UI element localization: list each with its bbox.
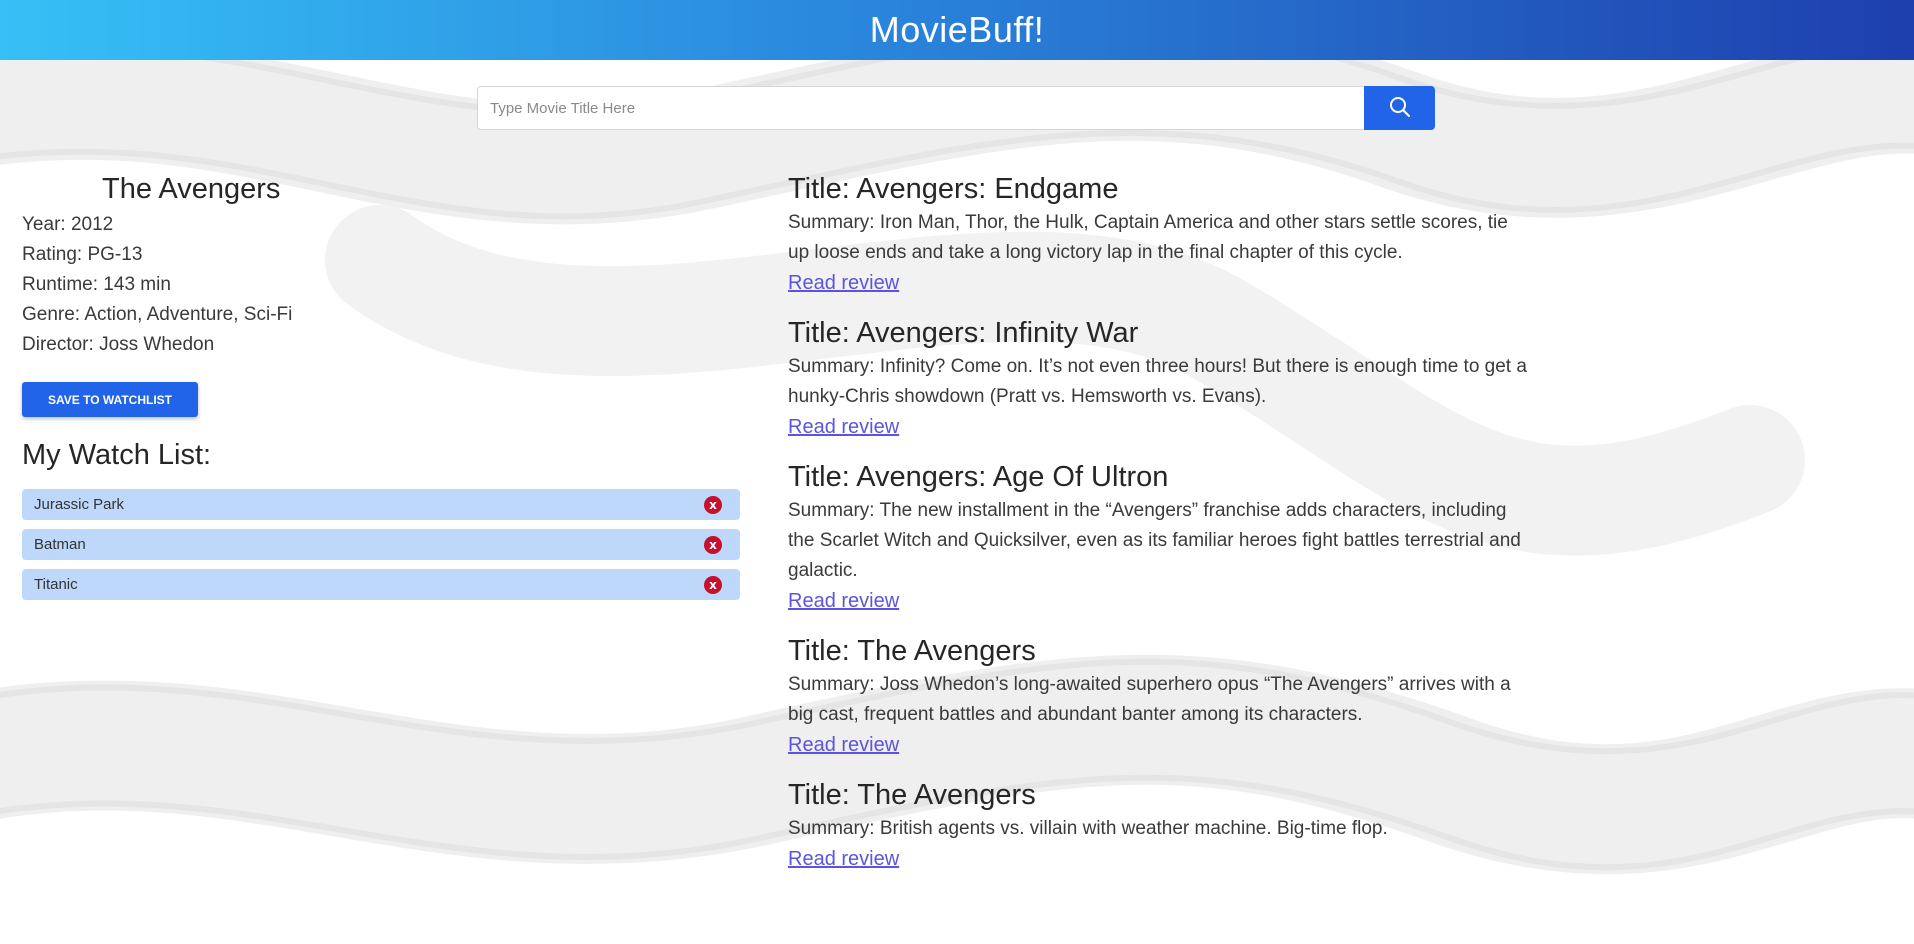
remove-icon[interactable]: x [704,495,722,514]
search-input[interactable] [477,86,1364,130]
result-summary: Summary: The new installment in the “Ave… [788,500,1521,581]
read-review-link[interactable]: Read review [788,734,899,756]
search-icon [1389,96,1411,121]
search-button[interactable] [1364,86,1435,130]
result-item: Title: The Avengers Summary: Joss Whedon… [788,632,1528,760]
read-review-link[interactable]: Read review [788,848,899,870]
movie-runtime: Runtime: 143 min [22,274,171,295]
movie-year: Year: 2012 [22,214,114,235]
movie-details: The Avengers Year: 2012 Rating: PG-13 Ru… [22,170,742,609]
watchlist-item[interactable]: Jurassic Park x [22,489,740,520]
app-title: MovieBuff! [869,9,1045,50]
watchlist-item[interactable]: Titanic x [22,569,740,600]
result-title: Title: Avengers: Infinity War [788,317,1139,349]
result-item: Title: Avengers: Age Of Ultron Summary: … [788,458,1528,616]
result-item: Title: The Avengers Summary: British age… [788,776,1528,874]
watchlist-item-label: Batman [34,536,86,553]
remove-icon[interactable]: x [704,535,722,554]
result-title: Title: The Avengers [788,635,1036,667]
result-title: Title: Avengers: Age Of Ultron [788,461,1169,493]
movie-rating: Rating: PG-13 [22,244,143,265]
movie-director: Director: Joss Whedon [22,334,215,355]
app-header: MovieBuff! [0,0,1914,60]
save-to-watchlist-button[interactable]: SAVE TO WATCHLIST [22,382,198,417]
result-item: Title: Avengers: Endgame Summary: Iron M… [788,170,1528,298]
result-summary: Summary: Infinity? Come on. It’s not eve… [788,356,1527,407]
result-summary: Summary: Joss Whedon’s long-awaited supe… [788,674,1511,725]
read-review-link[interactable]: Read review [788,272,899,294]
read-review-link[interactable]: Read review [788,416,899,438]
watchlist-heading: My Watch List: [22,439,212,471]
search-results: Title: Avengers: Endgame Summary: Iron M… [788,170,1528,890]
result-summary: Summary: Iron Man, Thor, the Hulk, Capta… [788,212,1508,263]
remove-icon[interactable]: x [704,575,722,594]
search-bar [477,86,1435,130]
watchlist-item-label: Jurassic Park [34,496,125,513]
watchlist-item[interactable]: Batman x [22,529,740,560]
watchlist-item-label: Titanic [34,576,78,593]
result-title: Title: Avengers: Endgame [788,173,1119,205]
movie-genre: Genre: Action, Adventure, Sci-Fi [22,304,293,325]
result-item: Title: Avengers: Infinity War Summary: I… [788,314,1528,442]
read-review-link[interactable]: Read review [788,590,899,612]
result-summary: Summary: British agents vs. villain with… [788,818,1388,839]
movie-title: The Avengers [102,173,281,205]
result-title: Title: The Avengers [788,779,1036,811]
